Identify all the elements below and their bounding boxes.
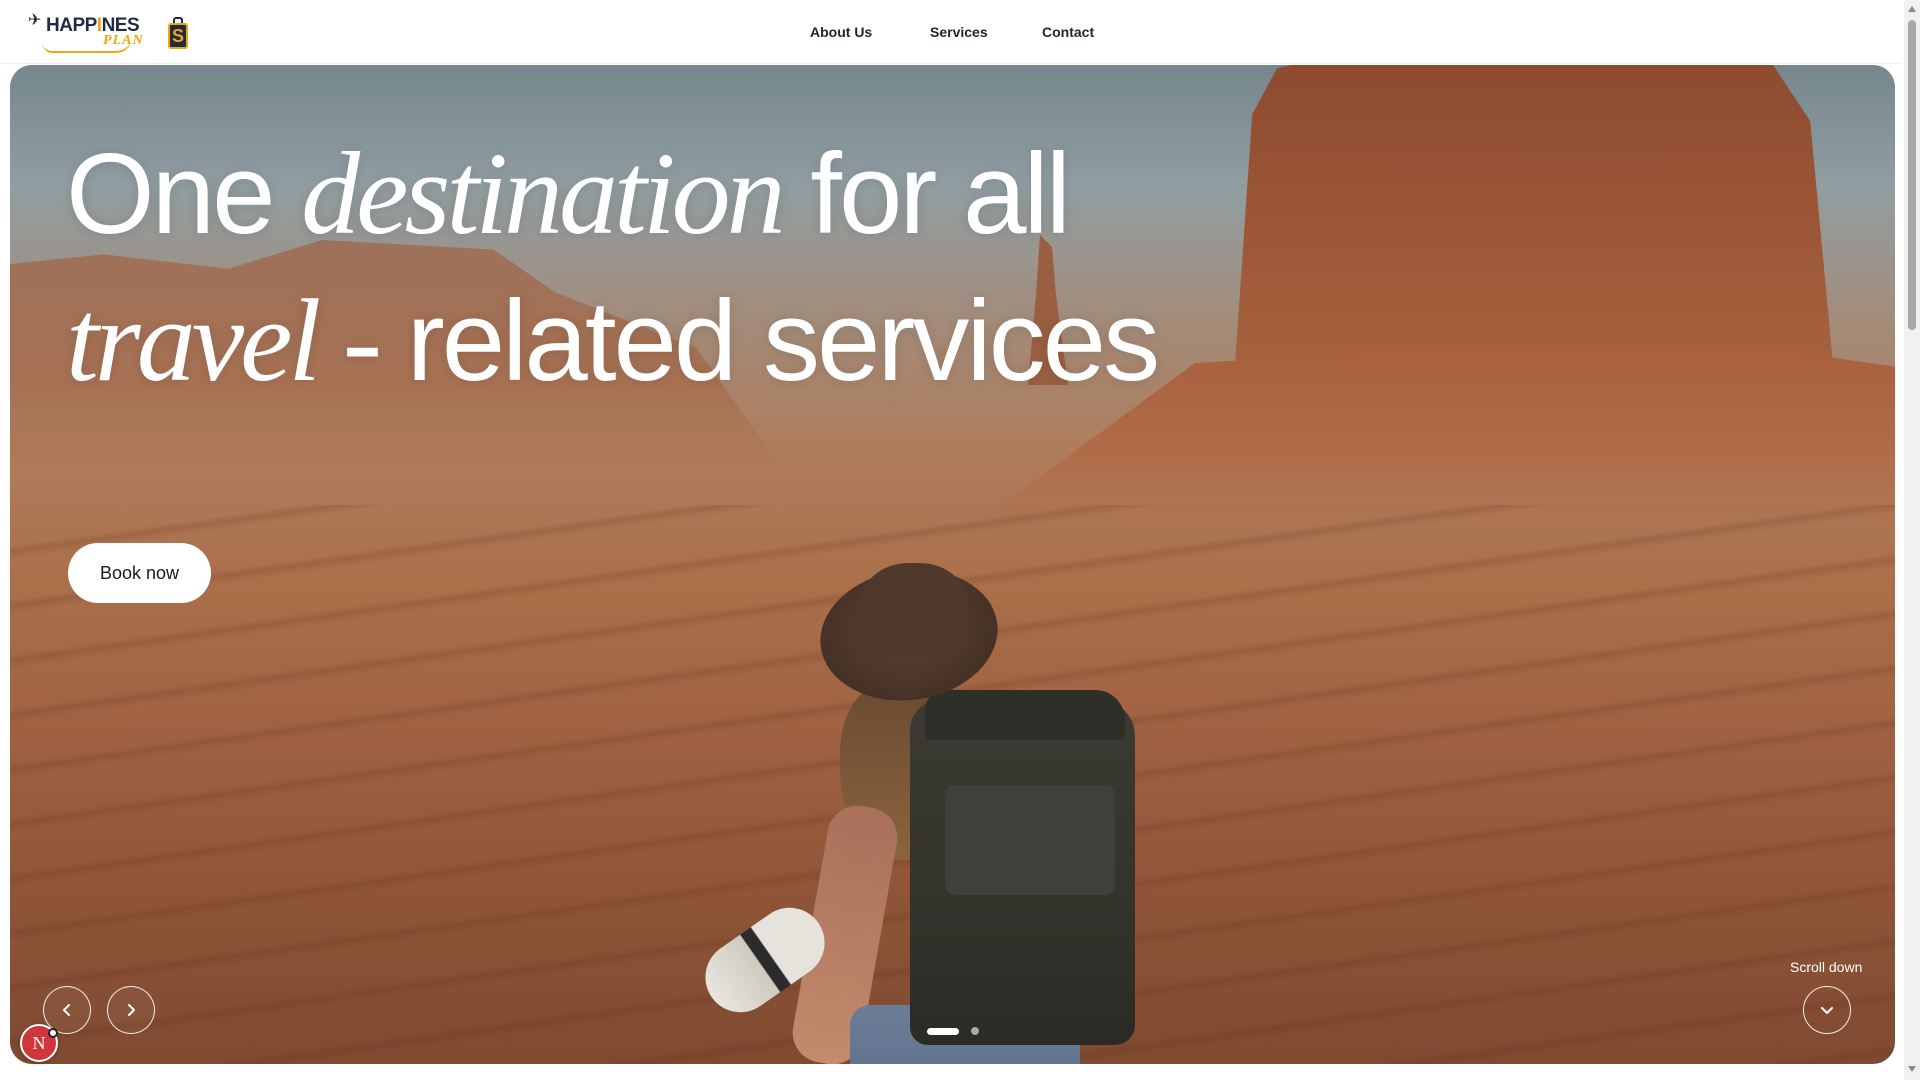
slide-dot-1[interactable] (927, 1027, 959, 1035)
site-header: ✈ HAPPINES PLAN S About Us Services Cont… (0, 0, 1901, 64)
slide-dot-2[interactable] (971, 1027, 979, 1035)
slide-pagination (927, 1027, 979, 1035)
hero-slider: One destination for all travel - related… (10, 65, 1895, 1064)
hero-headline: One destination for all travel - related… (66, 128, 1160, 406)
floating-avatar-badge[interactable]: N (20, 1024, 58, 1062)
scroll-down-arrow-icon[interactable] (1908, 1066, 1916, 1072)
happiness-plan-logo[interactable]: ✈ HAPPINES PLAN S (28, 12, 188, 53)
nav-contact[interactable]: Contact (1042, 23, 1094, 41)
scrollbar-thumb[interactable] (1908, 20, 1916, 330)
book-now-button[interactable]: Book now (68, 543, 211, 603)
scroll-up-arrow-icon[interactable] (1908, 6, 1916, 12)
chevron-left-icon (63, 1004, 70, 1016)
hero-photo-traveler (691, 495, 1140, 1064)
butte-rock-formation (1233, 65, 1835, 385)
airplane-icon: ✈ (28, 12, 42, 29)
page-scrollbar[interactable] (1904, 0, 1920, 1080)
logo-subtext: PLAN (103, 33, 144, 48)
suitcase-icon: S (140, 17, 188, 49)
nav-services[interactable]: Services (930, 23, 988, 41)
next-slide-button[interactable] (107, 986, 155, 1034)
scroll-down-button[interactable] (1803, 986, 1851, 1034)
chevron-right-icon (128, 1004, 135, 1016)
nav-about-us[interactable]: About Us (810, 23, 872, 41)
scroll-down-label: Scroll down (1790, 959, 1863, 975)
status-dot (48, 1028, 58, 1038)
chevron-down-icon (1821, 1007, 1833, 1014)
